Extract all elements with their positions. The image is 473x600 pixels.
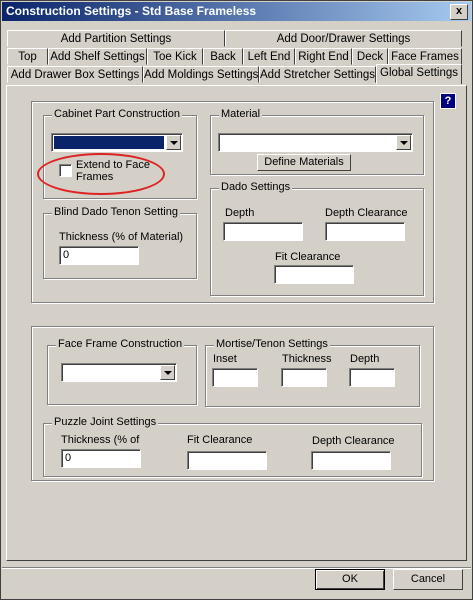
dado-settings-legend: Dado Settings [219,181,293,193]
material-legend: Material [219,108,263,120]
cabinet-part-construction-legend: Cabinet Part Construction [52,108,182,120]
help-icon[interactable]: ? [440,93,456,109]
close-button[interactable]: x [450,4,468,20]
tab-left-end[interactable]: Left End [243,48,295,65]
chevron-down-icon[interactable] [396,135,411,150]
tab-global-settings[interactable]: Global Settings [376,64,462,84]
puzzle-joint-legend: Puzzle Joint Settings [52,416,159,428]
title-bar[interactable]: Construction Settings - Std Base Framele… [2,2,471,21]
mortise-inset-label: Inset [213,353,237,365]
combo-selection [54,136,164,149]
tab-add-stretcher-settings[interactable]: Add Stretcher Settings [259,66,376,83]
ok-button[interactable]: OK [315,569,385,590]
tab-add-drawer-box-settings[interactable]: Add Drawer Box Settings [7,66,143,83]
puzzle-thickness-field[interactable]: 0 [61,449,141,468]
mortise-depth-field[interactable] [349,368,395,387]
puzzle-depth-clearance-label: Depth Clearance [312,435,395,447]
mortise-inset-field[interactable] [212,368,258,387]
puzzle-thickness-label: Thickness (% of [61,434,140,446]
mortise-depth-label: Depth [350,353,380,365]
face-frame-construction-combo[interactable] [61,363,177,382]
mortise-thickness-label: Thickness [282,353,332,365]
cabinet-part-construction-combo[interactable] [51,133,183,152]
dado-fit-clearance-field[interactable] [274,265,354,284]
chevron-down-icon[interactable] [166,135,181,150]
tab-toe-kick[interactable]: Toe Kick [147,48,203,65]
puzzle-fit-clearance-field[interactable] [187,451,267,470]
tab-top[interactable]: Top [7,48,48,65]
dado-depth-field[interactable] [223,222,303,241]
material-combo[interactable] [218,133,413,152]
puzzle-fit-clearance-label: Fit Clearance [187,434,253,446]
window-title: Construction Settings - Std Base Framele… [6,4,257,18]
mortise-thickness-field[interactable] [281,368,327,387]
tab-add-shelf-settings[interactable]: Add Shelf Settings [48,48,147,65]
mortise-tenon-legend: Mortise/Tenon Settings [214,338,330,350]
dado-depth-clearance-field[interactable] [325,222,405,241]
tab-back[interactable]: Back [203,48,243,65]
cancel-button[interactable]: Cancel [393,569,463,590]
dado-depth-label: Depth [225,207,255,219]
puzzle-depth-clearance-field[interactable] [311,451,391,470]
tab-face-frames[interactable]: Face Frames [388,48,462,65]
tab-add-moldings-settings[interactable]: Add Moldings Settings [143,66,259,83]
tab-right-end[interactable]: Right End [295,48,352,65]
tab-deck[interactable]: Deck [352,48,388,65]
tab-add-door-drawer-settings[interactable]: Add Door/Drawer Settings [225,30,462,47]
dado-depth-clearance-label: Depth Clearance [325,207,408,219]
blind-dado-tenon-legend: Blind Dado Tenon Setting [52,206,180,218]
define-materials-button[interactable]: Define Materials [257,154,351,171]
dado-fit-clearance-label: Fit Clearance [275,251,341,263]
dialog-window: Construction Settings - Std Base Framele… [0,0,473,600]
chevron-down-icon[interactable] [160,365,175,380]
blind-dado-thickness-label: Thickness (% of Material) [59,231,184,243]
tab-add-partition-settings[interactable]: Add Partition Settings [7,30,225,47]
annotation-highlight-ellipse [37,153,165,195]
blind-dado-thickness-field[interactable]: 0 [59,246,139,265]
face-frame-construction-legend: Face Frame Construction [56,338,185,350]
